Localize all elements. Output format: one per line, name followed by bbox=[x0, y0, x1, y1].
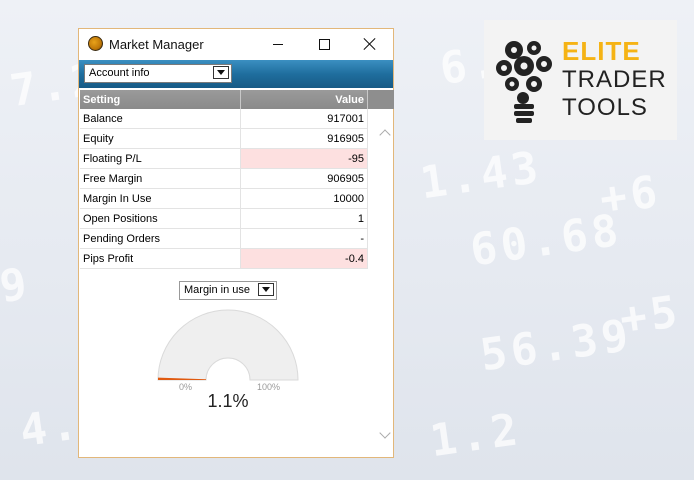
view-select-value: Account info bbox=[89, 67, 150, 79]
minimize-button[interactable] bbox=[255, 29, 301, 59]
setting-cell: Floating P/L bbox=[80, 148, 241, 169]
gauge-value-label: 1.1% bbox=[207, 391, 249, 411]
setting-cell: Open Positions bbox=[80, 208, 241, 229]
minimize-icon bbox=[273, 44, 283, 45]
setting-cell: Margin In Use bbox=[80, 188, 241, 209]
table-row[interactable]: Open Positions 1 bbox=[80, 208, 368, 229]
value-cell: 10000 bbox=[240, 188, 368, 209]
elite-trader-tools-logo: ELITE TRADER TOOLS bbox=[484, 20, 677, 140]
table-row[interactable]: Equity 916905 bbox=[80, 128, 368, 149]
title-bar[interactable]: Market Manager bbox=[79, 29, 393, 59]
value-cell: -95 bbox=[240, 148, 368, 169]
gauge-metric-value: Margin in use bbox=[184, 284, 251, 296]
chevron-down-icon[interactable] bbox=[213, 66, 229, 79]
logo-word-tools: TOOLS bbox=[562, 94, 648, 121]
table-row[interactable]: Margin In Use 10000 bbox=[80, 188, 368, 209]
table-row[interactable]: Balance 917001 bbox=[80, 109, 368, 129]
close-icon bbox=[363, 37, 377, 51]
gauge-track bbox=[157, 309, 299, 381]
view-select[interactable]: Account info bbox=[84, 64, 232, 83]
setting-cell: Free Margin bbox=[80, 168, 241, 189]
market-manager-window: Market Manager Account info Setting Valu… bbox=[78, 28, 394, 458]
maximize-button[interactable] bbox=[301, 29, 347, 59]
column-header-value[interactable]: Value bbox=[240, 90, 368, 109]
window-title: Market Manager bbox=[109, 37, 204, 52]
value-cell: 916905 bbox=[240, 128, 368, 149]
value-cell: 906905 bbox=[240, 168, 368, 189]
maximize-icon bbox=[319, 39, 330, 50]
app-logo-icon bbox=[88, 36, 103, 51]
chevron-down-icon[interactable] bbox=[258, 283, 274, 296]
setting-cell: Pips Profit bbox=[80, 248, 241, 269]
toolbar: Account info bbox=[79, 60, 393, 88]
setting-cell: Pending Orders bbox=[80, 228, 241, 249]
table-row[interactable]: Free Margin 906905 bbox=[80, 168, 368, 189]
value-cell: 1 bbox=[240, 208, 368, 229]
lightbulb-gears-icon bbox=[496, 41, 552, 123]
logo-word-trader: TRADER bbox=[562, 66, 667, 93]
setting-cell: Balance bbox=[80, 109, 241, 129]
value-cell: - bbox=[240, 228, 368, 249]
table-row[interactable]: Pending Orders - bbox=[80, 228, 368, 249]
scroll-up-icon[interactable] bbox=[379, 128, 391, 136]
column-header-setting[interactable]: Setting bbox=[80, 90, 241, 109]
gauge-metric-select[interactable]: Margin in use bbox=[179, 281, 277, 300]
value-cell: 917001 bbox=[240, 109, 368, 129]
table-row[interactable]: Pips Profit -0.4 bbox=[80, 248, 368, 269]
table-header-row: Setting Value bbox=[80, 90, 368, 109]
scroll-down-icon[interactable] bbox=[379, 432, 391, 440]
account-info-table: Setting Value Balance 917001 Equity 916905 F… bbox=[80, 90, 368, 269]
value-cell: -0.4 bbox=[240, 248, 368, 269]
setting-cell: Equity bbox=[80, 128, 241, 149]
close-button[interactable] bbox=[347, 29, 393, 59]
table-row[interactable]: Floating P/L -95 bbox=[80, 148, 368, 169]
logo-word-elite: ELITE bbox=[562, 36, 641, 66]
